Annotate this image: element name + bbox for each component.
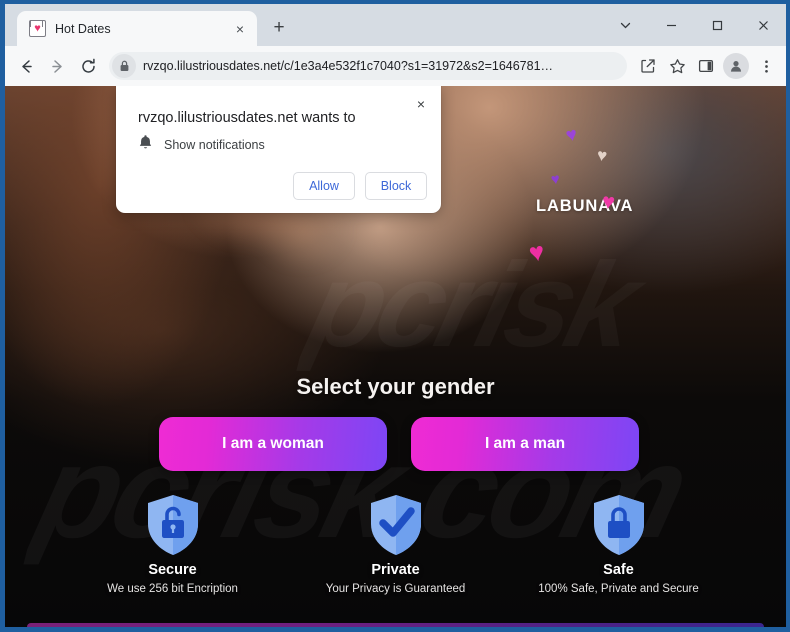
back-arrow-icon[interactable] [11,51,41,81]
dialog-title: rvzqo.lilustriousdates.net wants to [138,110,356,126]
profile-avatar-icon[interactable] [723,53,749,79]
badge-title: Private [371,562,420,578]
badge-safe: Safe 100% Safe, Private and Secure [509,494,729,595]
side-panel-icon[interactable] [692,52,720,80]
tab-strip: ♥ Hot Dates × + [5,4,786,46]
browser-toolbar: rvzqo.lilustriousdates.net/c/1e3a4e532f1… [5,46,786,86]
badge-secure: Secure We use 256 bit Encription [63,494,283,595]
gender-man-button[interactable]: I am a man [411,417,639,471]
reload-icon[interactable] [73,51,103,81]
forward-arrow-icon[interactable] [42,51,72,81]
browser-tab[interactable]: ♥ Hot Dates × [17,11,257,46]
heart-icon: ♥ [549,170,562,189]
permission-row: Show notifications [138,134,265,155]
three-dot-menu-icon[interactable] [752,52,780,80]
badge-title: Secure [148,562,197,578]
page-title: Select your gender [296,374,495,399]
new-tab-button[interactable]: + [264,13,294,43]
gender-woman-button[interactable]: I am a woman [159,417,387,471]
trust-badges: Secure We use 256 bit Encription Private… [5,494,786,595]
bell-icon [138,134,153,155]
badge-subtitle: Your Privacy is Guaranteed [325,583,466,595]
badge-title: Safe [603,562,634,578]
likes-card: ♥ 1537 people like this [27,623,764,627]
badge-subtitle: We use 256 bit Encription [107,583,238,595]
shield-check-icon [368,494,424,556]
allow-button[interactable]: Allow [293,172,355,200]
close-icon[interactable]: × [411,94,431,114]
close-icon[interactable]: × [231,20,249,38]
bookmark-star-icon[interactable] [663,52,691,80]
heart-icon: ♥ [600,188,617,215]
page-viewport: pcrisk pcrisk.com LABUNAVA ♥♥♥♥♥ Select … [5,86,786,627]
badge-subtitle: 100% Safe, Private and Secure [538,583,699,595]
gender-options: I am a woman I am a man [159,417,639,471]
notification-permission-dialog: × rvzqo.lilustriousdates.net wants to Sh… [116,86,441,213]
maximize-icon[interactable] [694,4,740,46]
tab-title: Hot Dates [55,21,111,36]
window-controls [602,4,786,46]
chevron-down-icon[interactable] [602,4,648,46]
dialog-actions: Allow Block [293,172,427,200]
lock-icon[interactable] [112,54,136,78]
badge-private: Private Your Privacy is Guaranteed [286,494,506,595]
minimize-icon[interactable] [648,4,694,46]
envelope-heart-icon: ♥ [29,20,46,37]
shield-lock-icon [591,494,647,556]
close-icon[interactable] [740,4,786,46]
block-button[interactable]: Block [365,172,427,200]
url-text: rvzqo.lilustriousdates.net/c/1e3a4e532f1… [143,59,554,73]
share-icon[interactable] [634,52,662,80]
shield-unlock-icon [145,494,201,556]
permission-label: Show notifications [164,137,265,152]
address-bar[interactable]: rvzqo.lilustriousdates.net/c/1e3a4e532f1… [109,52,627,80]
site-brand: LABUNAVA [536,197,634,215]
browser-window: ♥ Hot Dates × + rvzqo.lilustriousdates.n… [0,0,790,632]
